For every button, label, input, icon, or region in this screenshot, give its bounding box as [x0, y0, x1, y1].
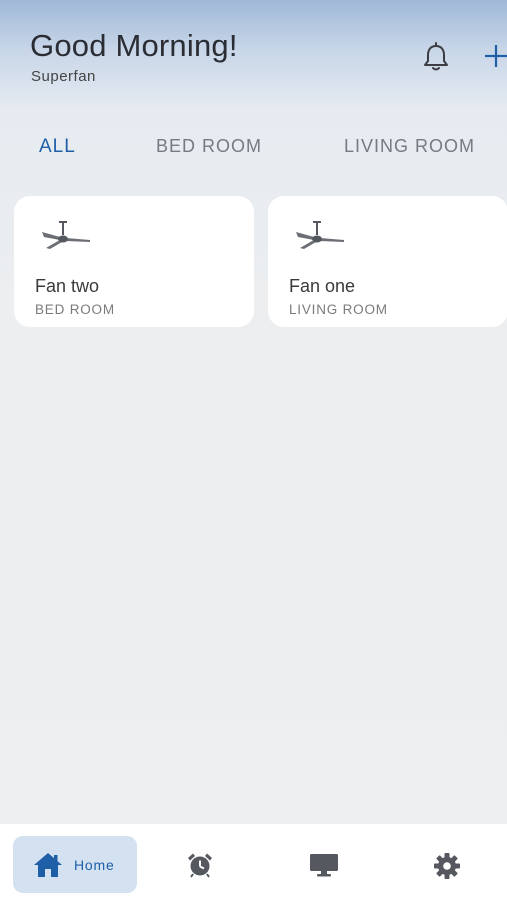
tab-all[interactable]: ALL — [39, 136, 76, 158]
greeting-title: Good Morning! — [30, 28, 238, 63]
tab-bed-room[interactable]: BED ROOM — [156, 136, 262, 157]
notifications-button[interactable] — [420, 40, 452, 74]
device-room: LIVING ROOM — [289, 302, 388, 317]
app-name: Superfan — [31, 68, 96, 85]
ceiling-fan-icon — [42, 221, 90, 249]
monitor-icon — [310, 854, 338, 877]
nav-settings[interactable] — [427, 836, 467, 893]
bottom-nav: Home — [0, 824, 507, 900]
bell-icon — [424, 42, 448, 71]
device-room: BED ROOM — [35, 302, 115, 317]
gear-icon — [434, 853, 460, 879]
plus-icon — [485, 45, 507, 67]
home-icon — [34, 853, 62, 877]
header: Good Morning! Superfan — [0, 0, 507, 110]
nav-home[interactable]: Home — [13, 836, 137, 893]
device-name: Fan two — [35, 276, 100, 296]
device-card-fan-two[interactable]: Fan two BED ROOM — [14, 196, 254, 327]
device-name: Fan one — [289, 276, 356, 296]
device-card-fan-one[interactable]: Fan one LIVING ROOM — [268, 196, 507, 327]
ceiling-fan-icon — [296, 221, 344, 249]
add-device-button[interactable] — [482, 40, 507, 74]
nav-alarms[interactable] — [180, 836, 220, 893]
alarm-clock-icon — [188, 853, 212, 878]
room-tabs: ALL BED ROOM LIVING ROOM — [0, 128, 507, 168]
nav-home-label: Home — [74, 857, 115, 873]
nav-devices[interactable] — [303, 836, 343, 893]
tab-living-room[interactable]: LIVING ROOM — [344, 136, 475, 157]
